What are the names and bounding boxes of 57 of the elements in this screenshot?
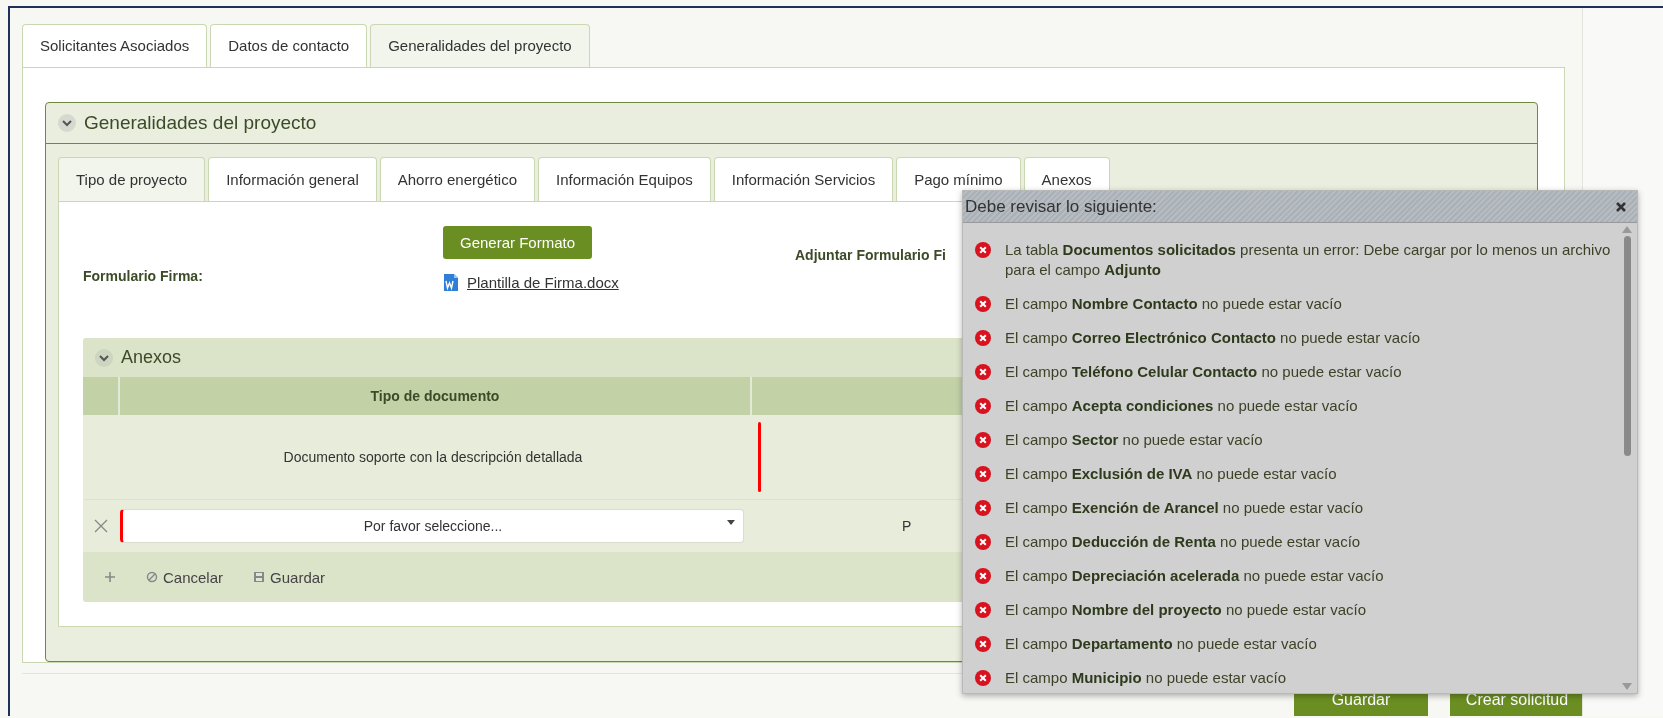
generate-button[interactable]: Generar Formato [443, 226, 593, 259]
error-icon [975, 466, 991, 482]
error-message: El campo Teléfono Celular Contacto no puede estar vacío [1005, 362, 1402, 382]
chevron-icon[interactable] [58, 114, 76, 132]
error-message: El campo Municipio no puede estar vacío [1005, 668, 1286, 688]
document-icon [443, 273, 459, 292]
error-icon [975, 330, 991, 346]
toolbar-button[interactable]: Guardar [253, 568, 326, 586]
file-link[interactable]: Plantilla de Firma.docx [467, 274, 619, 291]
add-icon[interactable] [104, 571, 116, 583]
error-icon [975, 242, 991, 258]
tab[interactable]: Información Equipos [538, 157, 711, 201]
toolbar-button[interactable]: Cancelar [146, 568, 224, 586]
error-icon [975, 398, 991, 414]
table-cell-text: P [901, 518, 912, 534]
tab[interactable]: Ahorro energético [379, 157, 535, 201]
caret-icon [727, 520, 735, 525]
error-message: El campo Nombre Contacto no puede estar vacío [1005, 294, 1342, 314]
error-icon [975, 670, 991, 686]
save-icon [253, 571, 266, 583]
field-label: Adjuntar Formulario Fi [795, 247, 946, 263]
error-icon [975, 568, 991, 584]
tab[interactable]: Generalidades del proyecto [370, 24, 590, 67]
error-message: El campo Sector no puede estar vacío [1005, 430, 1263, 450]
error-message: El campo Departamento no puede estar vacío [1005, 634, 1317, 654]
tab[interactable]: Datos de contacto [210, 24, 368, 67]
error-icon [975, 432, 991, 448]
tab[interactable]: Tipo de proyecto [58, 157, 206, 201]
error-icon [975, 602, 991, 618]
error-icon [975, 364, 991, 380]
grid-title: Anexos [121, 347, 182, 368]
cancel-icon [146, 571, 158, 583]
error-message: El campo Exclusión de IVA no puede estar vacío [1005, 464, 1337, 484]
tab[interactable]: Información Servicios [713, 157, 894, 201]
error-icon [975, 296, 991, 312]
error-message: El campo Correo Electrónico Contacto no puede estar vacío [1005, 328, 1421, 348]
error-icon [975, 500, 991, 516]
tab[interactable]: Solicitantes Asociados [22, 24, 208, 67]
error-icon [975, 534, 991, 550]
error-message: El campo Depreciación acelerada no puede estar vacío [1005, 566, 1384, 586]
error-message: El campo Exención de Arancel no puede estar vacío [1005, 498, 1363, 518]
scroll-up-icon[interactable] [1622, 226, 1632, 233]
error-message: El campo Acepta condiciones no puede estar vacío [1005, 396, 1358, 416]
error-icon [975, 636, 991, 652]
close-icon[interactable] [93, 519, 108, 533]
close-icon[interactable] [1615, 200, 1627, 213]
scrollbar-thumb[interactable] [1623, 236, 1631, 456]
panel-title: Generalidades del proyecto [84, 112, 317, 134]
table-cell-text: Documento soporte con la descripción detallada [282, 448, 584, 467]
tab[interactable]: Información general [208, 157, 377, 201]
error-message: La tabla Documentos solicitados presenta un error: Debe cargar por lo menos un archivo para el campo Adjunto [1005, 240, 1612, 280]
scroll-down-icon[interactable] [1622, 683, 1632, 690]
field-label: Formulario Firma: [83, 268, 204, 284]
error-message: El campo Deducción de Renta no puede estar vacío [1005, 532, 1361, 552]
error-message: El campo Nombre del proyecto no puede estar vacío [1005, 600, 1366, 620]
chevron-icon[interactable] [95, 348, 113, 367]
select-field[interactable]: Por favor seleccione... [120, 509, 744, 543]
